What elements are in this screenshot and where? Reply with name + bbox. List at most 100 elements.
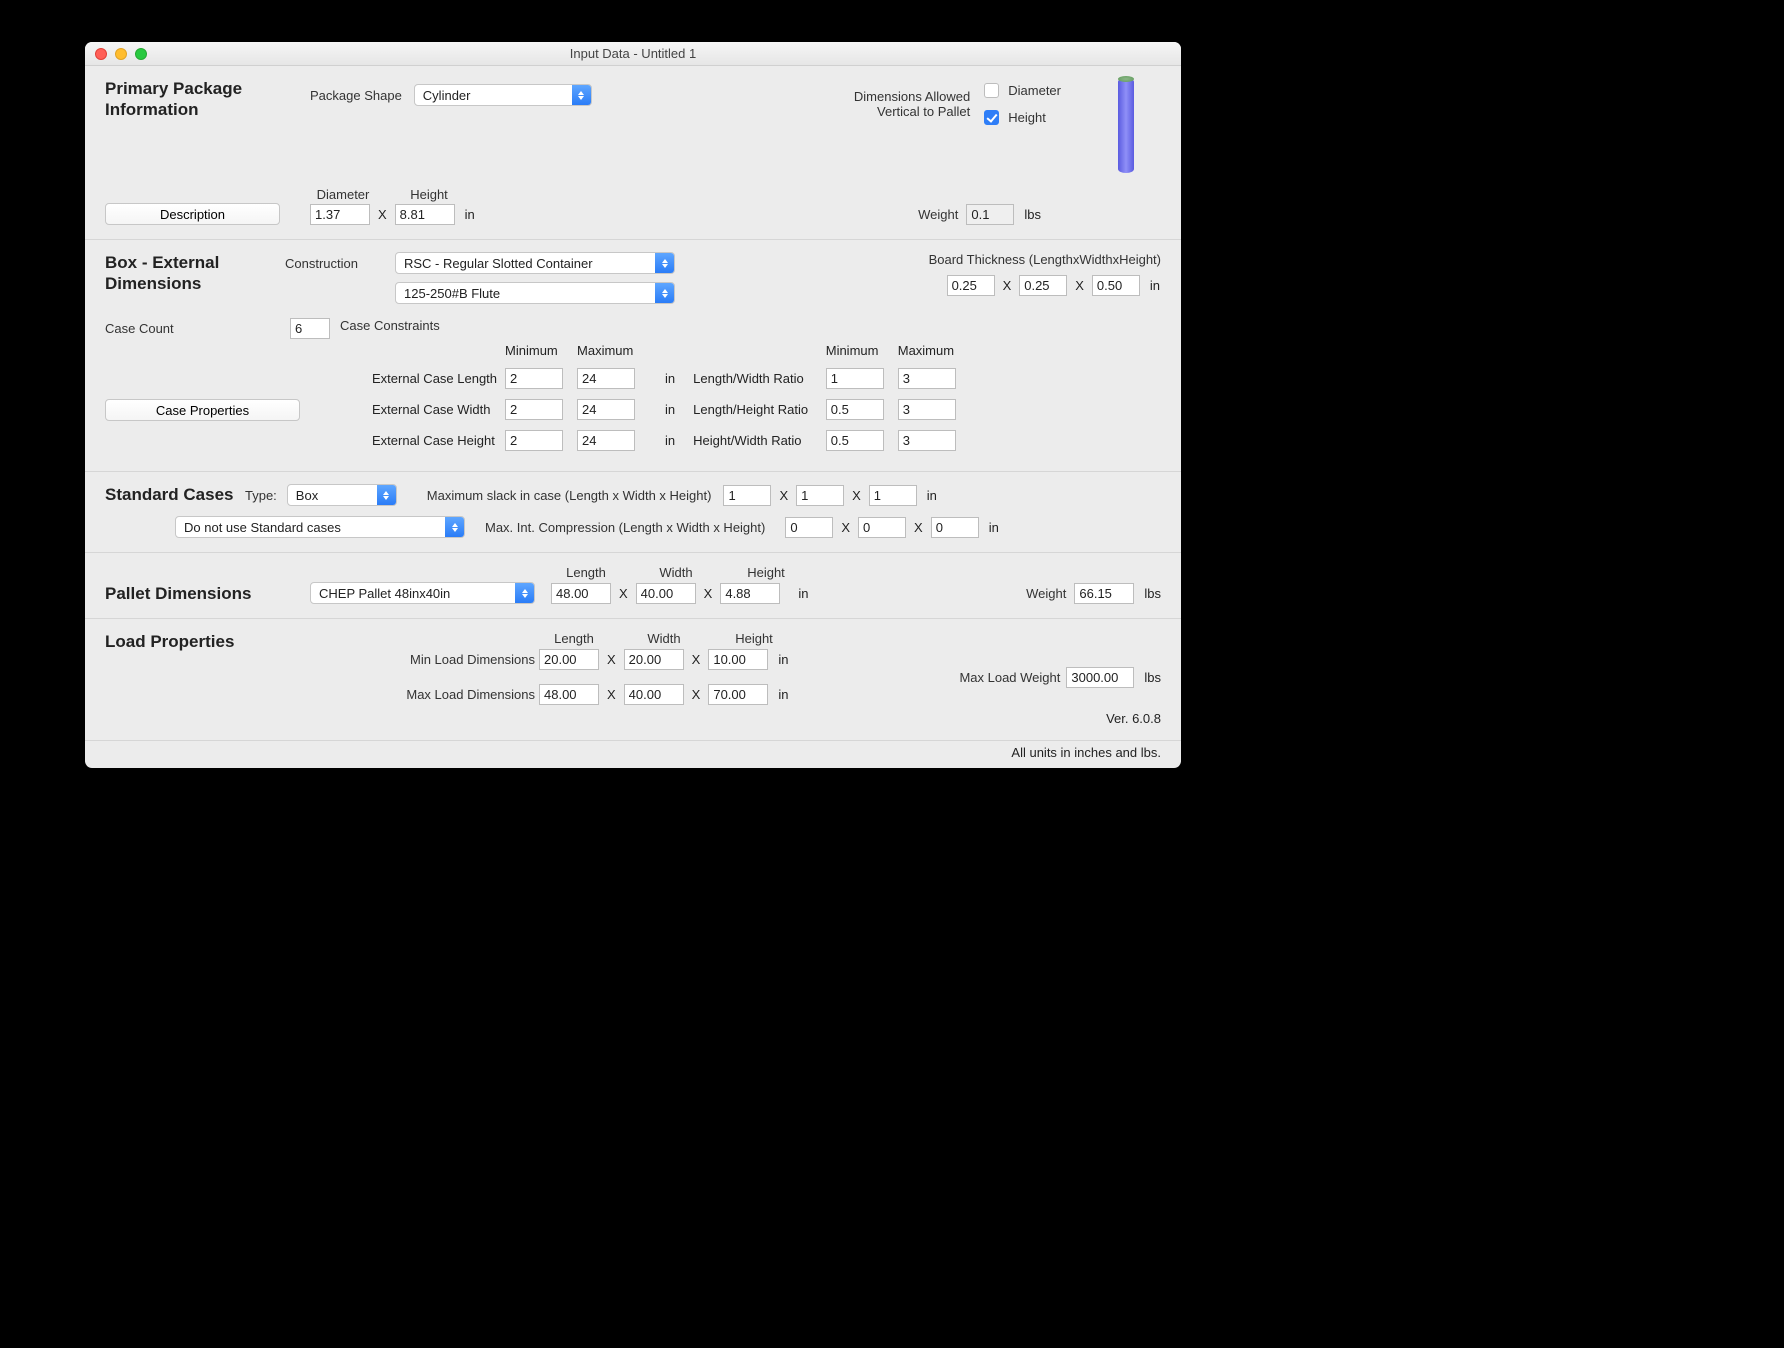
min-col-label: Minimum (505, 339, 575, 362)
primary-dim-unit: in (465, 207, 475, 222)
bt-height-input[interactable] (1092, 275, 1140, 296)
load-max-unit: in (778, 687, 788, 702)
chevron-updown-icon (655, 253, 674, 273)
lw-max-input[interactable] (898, 368, 956, 389)
pallet-width-label: Width (641, 565, 711, 580)
max-h-input[interactable] (708, 684, 768, 705)
primary-weight-label: Weight (918, 207, 958, 222)
case-count-input[interactable] (290, 318, 330, 339)
chevron-updown-icon (377, 485, 396, 505)
ecw-min-input[interactable] (505, 399, 563, 420)
section-primary: Primary Package Information Package Shap… (85, 66, 1181, 240)
ext-wid-label: External Case Width (342, 395, 503, 424)
load-width-label: Width (629, 631, 699, 646)
chevron-updown-icon (572, 85, 591, 105)
window-title: Input Data - Untitled 1 (85, 46, 1181, 61)
ecl-max-input[interactable] (577, 368, 635, 389)
ech-min-input[interactable] (505, 430, 563, 451)
construction-label: Construction (285, 256, 395, 271)
compress-label: Max. Int. Compression (Length x Width x … (485, 520, 765, 535)
comp-h-input[interactable] (931, 517, 979, 538)
pallet-length-label: Length (551, 565, 621, 580)
ratio-max-col-label: Maximum (898, 339, 968, 362)
load-heading: Load Properties (105, 631, 385, 652)
diameter-input[interactable] (310, 204, 370, 225)
dims-allowed-label: Dimensions Allowed Vertical to Pallet (854, 89, 970, 119)
case-properties-button[interactable]: Case Properties (105, 399, 300, 421)
diameter-checkbox[interactable] (984, 83, 999, 98)
slack-l-input[interactable] (723, 485, 771, 506)
primary-weight-input[interactable] (966, 204, 1014, 225)
slack-unit: in (927, 488, 937, 503)
ecw-max-input[interactable] (577, 399, 635, 420)
case-constraints-label: Case Constraints (340, 318, 440, 333)
max-load-weight-input[interactable] (1066, 667, 1134, 688)
min-h-input[interactable] (708, 649, 768, 670)
pallet-height-label: Height (731, 565, 801, 580)
standard-mode-select[interactable]: Do not use Standard cases (175, 516, 465, 538)
slack-w-input[interactable] (796, 485, 844, 506)
pallet-height-input[interactable] (720, 583, 780, 604)
type-select[interactable]: Box (287, 484, 397, 506)
package-shape-label: Package Shape (310, 88, 402, 103)
ecl-min-input[interactable] (505, 368, 563, 389)
slack-label: Maximum slack in case (Length x Width x … (427, 488, 712, 503)
load-height-label: Height (719, 631, 789, 646)
board-thickness-label: Board Thickness (LengthxWidthxHeight) (929, 252, 1161, 267)
pallet-length-input[interactable] (551, 583, 611, 604)
description-button[interactable]: Description (105, 203, 280, 225)
pallet-weight-input[interactable] (1074, 583, 1134, 604)
chevron-updown-icon (515, 583, 534, 603)
case-count-label: Case Count (105, 321, 290, 336)
section-standard: Standard Cases Type: Box Maximum slack i… (85, 472, 1181, 553)
pallet-weight-unit: lbs (1144, 586, 1161, 601)
max-l-input[interactable] (539, 684, 599, 705)
section-box: Box - External Dimensions Construction R… (85, 240, 1181, 472)
pallet-width-input[interactable] (636, 583, 696, 604)
chevron-updown-icon (655, 283, 674, 303)
max-w-input[interactable] (624, 684, 684, 705)
lw-ratio-label: Length/Width Ratio (693, 364, 824, 393)
hw-min-input[interactable] (826, 430, 884, 451)
ech-max-input[interactable] (577, 430, 635, 451)
ext-hgt-label: External Case Height (342, 426, 503, 455)
lh-min-input[interactable] (826, 399, 884, 420)
titlebar[interactable]: Input Data - Untitled 1 (85, 42, 1181, 66)
lh-max-input[interactable] (898, 399, 956, 420)
diameter-checkbox-label: Diameter (1008, 83, 1061, 98)
pallet-dim-unit: in (798, 586, 808, 601)
bt-unit: in (1150, 278, 1160, 293)
max-load-label: Max Load Dimensions (385, 687, 535, 702)
slack-h-input[interactable] (869, 485, 917, 506)
package-shape-select[interactable]: Cylinder (414, 84, 592, 106)
height-checkbox[interactable] (984, 110, 999, 125)
primary-heading: Primary Package Information (105, 78, 310, 121)
chevron-updown-icon (445, 517, 464, 537)
pallet-heading: Pallet Dimensions (105, 583, 310, 604)
flute-select[interactable]: 125-250#B Flute (395, 282, 675, 304)
comp-w-input[interactable] (858, 517, 906, 538)
diameter-checkbox-row[interactable]: Diameter (980, 80, 1061, 101)
primary-weight-unit: lbs (1024, 207, 1041, 222)
height-input[interactable] (395, 204, 455, 225)
units-note: All units in inches and lbs. (85, 741, 1181, 768)
pallet-select[interactable]: CHEP Pallet 48inx40in (310, 582, 535, 604)
min-l-input[interactable] (539, 649, 599, 670)
height-checkbox-row[interactable]: Height (980, 107, 1061, 128)
min-w-input[interactable] (624, 649, 684, 670)
comp-l-input[interactable] (785, 517, 833, 538)
comp-unit: in (989, 520, 999, 535)
pallet-weight-label: Weight (1026, 586, 1066, 601)
type-label: Type: (245, 488, 277, 503)
section-pallet: Pallet Dimensions CHEP Pallet 48inx40in … (85, 553, 1181, 619)
lw-min-input[interactable] (826, 368, 884, 389)
height-col-label: Height (396, 187, 462, 202)
bt-length-input[interactable] (947, 275, 995, 296)
hw-max-input[interactable] (898, 430, 956, 451)
bt-width-input[interactable] (1019, 275, 1067, 296)
load-weight-unit: lbs (1144, 670, 1161, 685)
min-load-label: Min Load Dimensions (385, 652, 535, 667)
app-window: Input Data - Untitled 1 Primary Package … (85, 42, 1181, 768)
construction-select[interactable]: RSC - Regular Slotted Container (395, 252, 675, 274)
max-load-weight-label: Max Load Weight (959, 670, 1060, 685)
